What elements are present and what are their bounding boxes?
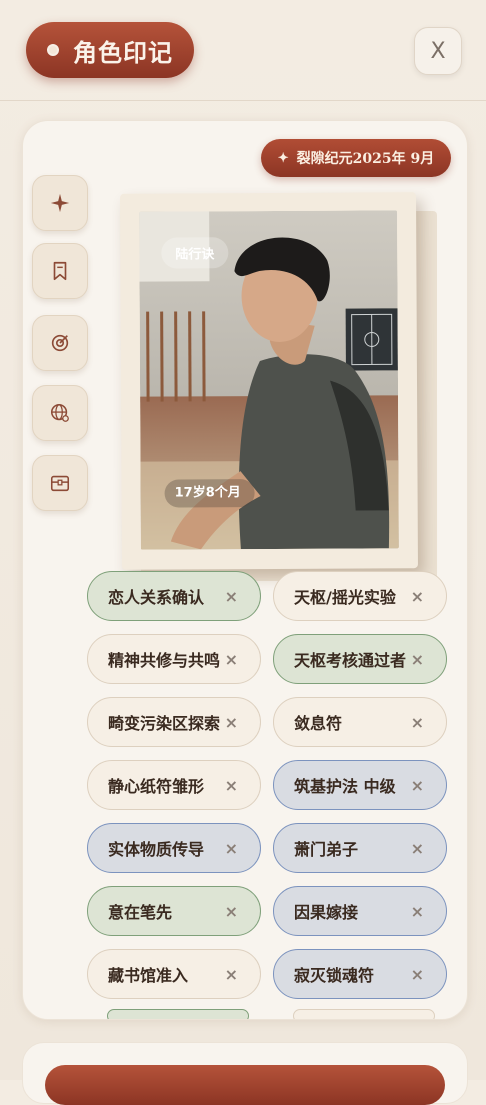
target-icon xyxy=(49,332,71,354)
tag-chip-label: 畸变污染区探索 xyxy=(108,710,225,734)
bottom-section-header xyxy=(45,1065,445,1105)
globe-icon xyxy=(49,402,71,424)
remove-tag-icon[interactable]: × xyxy=(225,965,238,984)
sidebar-target-button[interactable] xyxy=(32,315,88,371)
tag-chip-partial xyxy=(107,1009,249,1020)
tag-chip-label: 筑基护法 中级 xyxy=(294,773,411,797)
tag-chip[interactable]: 藏书馆准入× xyxy=(87,949,261,999)
remove-tag-icon[interactable]: × xyxy=(411,776,424,795)
close-button[interactable]: X xyxy=(414,27,462,75)
sparkle-icon xyxy=(49,192,71,214)
tag-chip-label: 天枢考核通过者 xyxy=(294,647,411,671)
tag-chip[interactable]: 实体物质传导× xyxy=(87,823,261,873)
remove-tag-icon[interactable]: × xyxy=(225,902,238,921)
title-dot-icon xyxy=(47,44,59,56)
tag-chip-label: 萧门弟子 xyxy=(294,836,411,860)
tag-chip-label: 恋人关系确认 xyxy=(108,584,225,608)
sidebar-bookmark-button[interactable] xyxy=(32,243,88,299)
tag-chip[interactable]: 精神共修与共鸣× xyxy=(87,634,261,684)
remove-tag-icon[interactable]: × xyxy=(411,587,424,606)
tag-chip-label: 天枢/摇光实验 xyxy=(294,584,411,608)
remove-tag-icon[interactable]: × xyxy=(225,776,238,795)
tag-chip[interactable]: 静心纸符雏形× xyxy=(87,760,261,810)
sidebar-globe-button[interactable] xyxy=(32,385,88,441)
sparkle-icon: ✦ xyxy=(278,151,289,166)
tag-chip[interactable]: 畸变污染区探索× xyxy=(87,697,261,747)
character-portrait-frame[interactable]: 陆行诀 17岁8个月 xyxy=(120,192,418,570)
tag-chip-partial xyxy=(293,1009,435,1020)
era-badge: ✦ 裂隙纪元2025年 9月 xyxy=(261,139,451,177)
character-card: ✦ 裂隙纪元2025年 9月 xyxy=(22,120,468,1020)
tag-chip[interactable]: 因果嫁接× xyxy=(273,886,447,936)
tag-chip-label: 敛息符 xyxy=(294,710,411,734)
character-portrait: 陆行诀 17岁8个月 xyxy=(139,210,399,549)
tag-chip-label: 意在笔先 xyxy=(108,899,225,923)
remove-tag-icon[interactable]: × xyxy=(411,902,424,921)
era-label: 裂隙纪元2025年 9月 xyxy=(297,148,435,168)
chest-icon xyxy=(49,472,71,494)
remove-tag-icon[interactable]: × xyxy=(411,713,424,732)
tag-chip-label: 精神共修与共鸣 xyxy=(108,647,225,671)
page-title-text: 角色印记 xyxy=(73,33,173,68)
remove-tag-icon[interactable]: × xyxy=(225,713,238,732)
tag-chip[interactable]: 萧门弟子× xyxy=(273,823,447,873)
tag-chip[interactable]: 天枢/摇光实验× xyxy=(273,571,447,621)
remove-tag-icon[interactable]: × xyxy=(411,839,424,858)
sidebar-sparkle-button[interactable] xyxy=(32,175,88,231)
tag-chip[interactable]: 筑基护法 中级× xyxy=(273,760,447,810)
remove-tag-icon[interactable]: × xyxy=(225,650,238,669)
sidebar-chest-button[interactable] xyxy=(32,455,88,511)
header: 角色印记 X xyxy=(0,0,486,101)
tag-chip[interactable]: 敛息符× xyxy=(273,697,447,747)
tag-chip[interactable]: 意在笔先× xyxy=(87,886,261,936)
bookmark-icon xyxy=(49,260,71,282)
tag-chip[interactable]: 恋人关系确认× xyxy=(87,571,261,621)
remove-tag-icon[interactable]: × xyxy=(411,965,424,984)
tag-chip-label: 因果嫁接 xyxy=(294,899,411,923)
tag-chip-label: 实体物质传导 xyxy=(108,836,225,860)
tag-chip-label: 藏书馆准入 xyxy=(108,962,225,986)
bottom-card xyxy=(22,1042,468,1104)
character-name-tag: 陆行诀 xyxy=(161,237,228,268)
tag-chip-label: 寂灭锁魂符 xyxy=(294,962,411,986)
character-age-tag: 17岁8个月 xyxy=(165,479,255,507)
page-title: 角色印记 xyxy=(26,22,194,78)
remove-tag-icon[interactable]: × xyxy=(225,587,238,606)
remove-tag-icon[interactable]: × xyxy=(225,839,238,858)
tag-chip[interactable]: 天枢考核通过者× xyxy=(273,634,447,684)
remove-tag-icon[interactable]: × xyxy=(411,650,424,669)
tag-chip[interactable]: 寂灭锁魂符× xyxy=(273,949,447,999)
tag-chip-label: 静心纸符雏形 xyxy=(108,773,225,797)
